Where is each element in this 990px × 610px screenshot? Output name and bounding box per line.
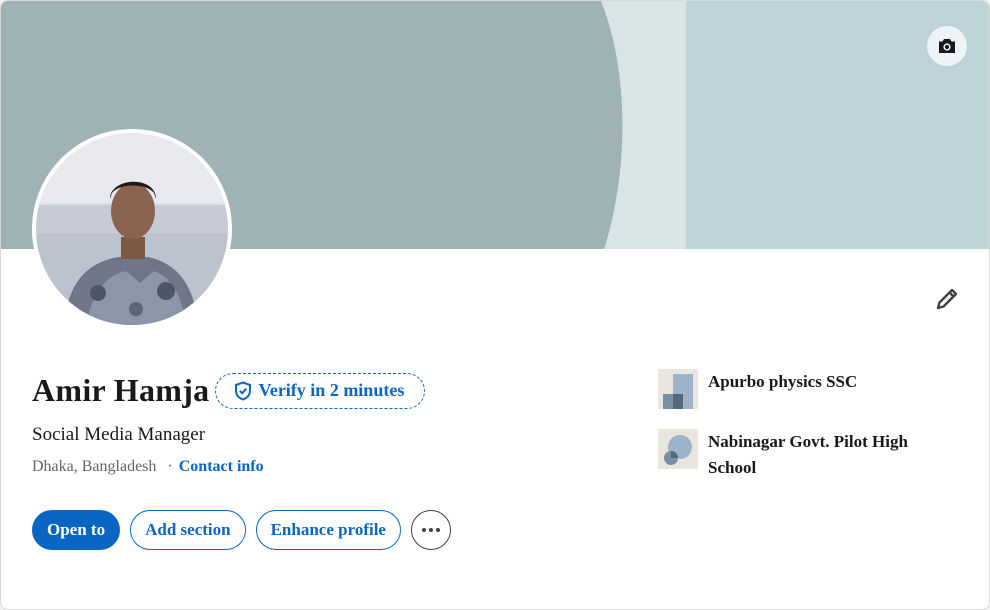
profile-photo-frame[interactable] xyxy=(32,129,232,329)
education-name: Apurbo physics SSC xyxy=(708,372,858,391)
profile-card: Amir Hamja Verify in 2 minutes Social Me… xyxy=(0,0,990,610)
profile-location: Dhaka, Bangladesh xyxy=(32,458,157,475)
location-row: Dhaka, Bangladesh · Contact info xyxy=(32,458,264,476)
education-name: Nabinagar Govt. Pilot High School xyxy=(708,432,908,477)
school-logo xyxy=(658,429,698,469)
enhance-profile-button[interactable]: Enhance profile xyxy=(255,510,401,550)
edit-banner-button[interactable] xyxy=(927,26,967,66)
contact-info-link[interactable]: Contact info xyxy=(179,458,264,476)
camera-icon xyxy=(939,39,955,53)
shield-check-icon xyxy=(235,380,252,401)
edit-intro-button[interactable] xyxy=(927,279,967,319)
school-logo-icon xyxy=(658,429,698,469)
pencil-icon xyxy=(936,288,958,310)
open-to-button[interactable]: Open to xyxy=(32,510,121,550)
separator-dot: · xyxy=(167,458,173,475)
avatar[interactable] xyxy=(36,133,228,325)
verify-label: Verify in 2 minutes xyxy=(258,380,405,400)
name-row: Amir Hamja Verify in 2 minutes xyxy=(32,372,426,409)
education-item[interactable]: Nabinagar Govt. Pilot High School xyxy=(658,429,948,481)
profile-photo xyxy=(36,133,228,325)
add-section-button[interactable]: Add section xyxy=(130,510,246,550)
education-item[interactable]: Apurbo physics SSC xyxy=(658,369,948,409)
profile-headline: Social Media Manager xyxy=(32,424,206,445)
school-logo xyxy=(658,369,698,409)
profile-name: Amir Hamja xyxy=(32,372,210,408)
profile-actions: Open to Add section Enhance profile xyxy=(32,510,451,550)
ellipsis-icon xyxy=(421,528,440,532)
more-actions-button[interactable] xyxy=(410,510,451,550)
school-logo-icon xyxy=(658,369,698,409)
verify-button[interactable]: Verify in 2 minutes xyxy=(215,372,426,409)
